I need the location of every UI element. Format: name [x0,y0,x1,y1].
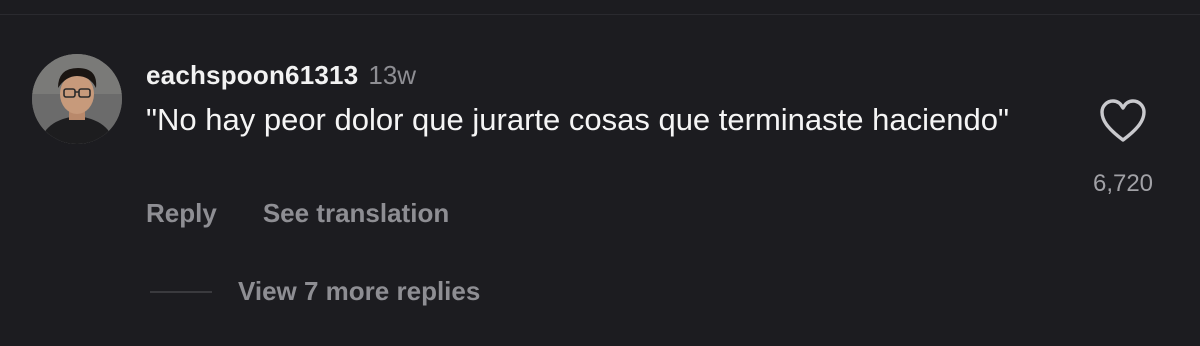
avatar[interactable] [32,54,122,144]
like-count: 6,720 [1092,170,1154,197]
reply-button[interactable]: Reply [146,198,217,229]
username-link[interactable]: eachspoon61313 [146,60,358,91]
comment-actions: Reply See translation [146,198,449,229]
comment-text: "No hay peor dolor que jurarte cosas que… [146,102,1009,137]
view-more-replies-button[interactable]: View 7 more replies [238,276,480,307]
heart-outline-icon [1100,99,1146,142]
top-divider [0,14,1200,15]
like-button[interactable] [1098,98,1148,144]
comment-timestamp: 13w [368,60,417,90]
comment-screen: eachspoon61313 13w "No hay peor dolor qu… [0,0,1200,346]
view-replies-row: View 7 more replies [150,276,480,307]
replies-divider-line [150,290,212,293]
see-translation-button[interactable]: See translation [263,198,449,229]
comment-header: eachspoon61313 13w [146,60,416,91]
